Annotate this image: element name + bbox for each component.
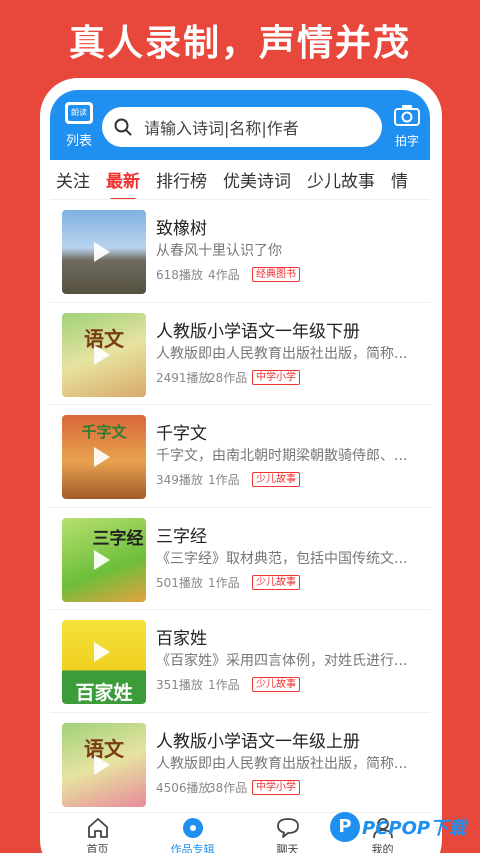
list-item[interactable]: 语文 人教版小学语文一年级上册 人教版即由人民教育出版社出版，简称... 450… (50, 713, 430, 815)
item-meta: 4506播放 38作品 中学小学 (156, 779, 300, 796)
play-count: 501播放 (156, 575, 203, 590)
tab-more[interactable]: 情 (383, 167, 416, 192)
category-badge: 少儿故事 (252, 677, 300, 692)
photo-label: 拍字 (394, 134, 419, 148)
work-count: 4作品 (208, 268, 240, 282)
item-meta: 2491播放 28作品 中学小学 (156, 369, 300, 386)
album-cover: 千字文 (62, 415, 146, 499)
album-list: 致橡树 从春风十里认识了你 618播放 4作品 经典图书 语文 人教版小学语文一… (50, 200, 430, 815)
album-cover: 三字经 (62, 517, 146, 602)
home-icon (87, 818, 108, 838)
watermark-icon: P (330, 812, 360, 842)
nav-home[interactable]: 首页 (50, 813, 145, 853)
item-meta: 501播放 1作品 少儿故事 (156, 574, 300, 591)
category-tabs: 关注 最新 排行榜 优美诗词 少儿故事 情 (50, 160, 430, 200)
item-desc: 《百家姓》采用四言体例，对姓氏进行... (156, 653, 408, 669)
category-badge: 少儿故事 (252, 574, 300, 590)
item-desc: 《三字经》取材典范，包括中国传统文... (156, 550, 408, 567)
item-desc: 人教版即由人民教育出版社出版，简称... (156, 755, 408, 772)
item-title: 百家姓 (156, 629, 207, 649)
album-cover: 百家姓 (62, 620, 146, 704)
tab-ranking[interactable]: 排行榜 (148, 167, 215, 192)
work-count: 28作品 (208, 370, 248, 385)
nav-home-label: 首页 (86, 843, 109, 853)
promo-title: 真人录制，声情并茂 (68, 22, 411, 64)
list-item[interactable]: 语文 人教版小学语文一年级下册 人教版即由人民教育出版社出版，简称... 249… (50, 303, 430, 405)
play-icon (94, 754, 110, 775)
list-button[interactable]: 朗读 列表 (64, 102, 94, 149)
album-cover: 语文 (62, 722, 146, 807)
play-count: 349播放 (156, 473, 203, 487)
item-meta: 618播放 4作品 经典图书 (156, 266, 300, 283)
tab-poems[interactable]: 优美诗词 (215, 167, 299, 192)
item-desc: 千字文，由南北朝时期梁朝散骑侍郎、... (156, 448, 408, 464)
list-item[interactable]: 三字经 三字经 《三字经》取材典范，包括中国传统文... 501播放 1作品 少… (50, 508, 430, 610)
album-cover: 语文 (62, 312, 146, 397)
play-icon (94, 642, 110, 662)
search-placeholder: 请输入诗词|名称|作者 (144, 119, 299, 138)
category-badge: 经典图书 (252, 267, 300, 282)
category-badge: 少儿故事 (252, 472, 300, 487)
item-title: 千字文 (156, 424, 207, 444)
chat-icon (276, 818, 299, 838)
tab-latest[interactable]: 最新 (98, 167, 148, 199)
tab-follow[interactable]: 关注 (50, 167, 98, 192)
play-icon (94, 344, 110, 365)
work-count: 38作品 (208, 780, 248, 795)
nav-chat-label: 聊天 (276, 843, 299, 853)
list-item[interactable]: 致橡树 从春风十里认识了你 618播放 4作品 经典图书 (50, 200, 430, 303)
item-title: 三字经 (156, 526, 207, 547)
camera-icon (394, 105, 420, 126)
watermark-text: PCPOP下载 (362, 818, 467, 839)
item-meta: 349播放 1作品 少儿故事 (156, 471, 300, 488)
play-icon (94, 242, 110, 262)
nav-chat[interactable]: 聊天 (240, 813, 335, 853)
nav-albums-label: 作品专辑 (170, 843, 215, 853)
tab-kids-stories[interactable]: 少儿故事 (299, 167, 383, 192)
album-cover (62, 210, 146, 294)
work-count: 1作品 (208, 473, 240, 487)
nav-albums[interactable]: 作品专辑 (145, 813, 240, 853)
play-count: 618播放 (156, 268, 203, 282)
read-list-icon: 朗读 (65, 102, 93, 124)
play-count: 4506播放 (156, 780, 211, 795)
work-count: 1作品 (208, 678, 240, 692)
play-icon (94, 549, 110, 570)
watermark-logo: P PCPOP下载 (330, 805, 466, 849)
item-desc: 人教版即由人民教育出版社出版，简称... (156, 345, 408, 362)
item-meta: 351播放 1作品 少儿故事 (156, 676, 300, 693)
play-icon (94, 447, 110, 467)
read-list-icon-text: 朗读 (68, 105, 90, 121)
disc-icon (182, 818, 203, 838)
category-badge: 中学小学 (252, 779, 300, 795)
item-desc: 从春风十里认识了你 (156, 243, 282, 259)
item-title: 人教版小学语文一年级上册 (156, 731, 360, 752)
list-item[interactable]: 千字文 千字文 千字文，由南北朝时期梁朝散骑侍郎、... 349播放 1作品 少… (50, 405, 430, 508)
list-label: 列表 (65, 134, 92, 149)
photo-search-button[interactable]: 拍字 (390, 104, 424, 149)
work-count: 1作品 (208, 575, 240, 590)
cover-text: 千字文 (81, 423, 127, 441)
search-icon (114, 118, 132, 136)
item-title: 致橡树 (156, 219, 207, 239)
item-title: 人教版小学语文一年级下册 (156, 321, 360, 342)
play-count: 2491播放 (156, 370, 211, 385)
category-badge: 中学小学 (252, 369, 300, 385)
play-count: 351播放 (156, 678, 203, 692)
app-screen: 朗读 列表 请输入诗词|名称|作者 拍字 关注 最新 排行榜 优美诗词 少儿故事… (50, 90, 430, 853)
search-input[interactable]: 请输入诗词|名称|作者 (102, 107, 382, 147)
cover-text: 三字经 (92, 528, 144, 549)
cover-text: 百家姓 (75, 682, 133, 704)
phone-frame: 朗读 列表 请输入诗词|名称|作者 拍字 关注 最新 排行榜 优美诗词 少儿故事… (40, 78, 442, 853)
list-item[interactable]: 百家姓 百家姓 《百家姓》采用四言体例，对姓氏进行... 351播放 1作品 少… (50, 610, 430, 713)
top-bar: 朗读 列表 请输入诗词|名称|作者 拍字 (50, 90, 430, 160)
